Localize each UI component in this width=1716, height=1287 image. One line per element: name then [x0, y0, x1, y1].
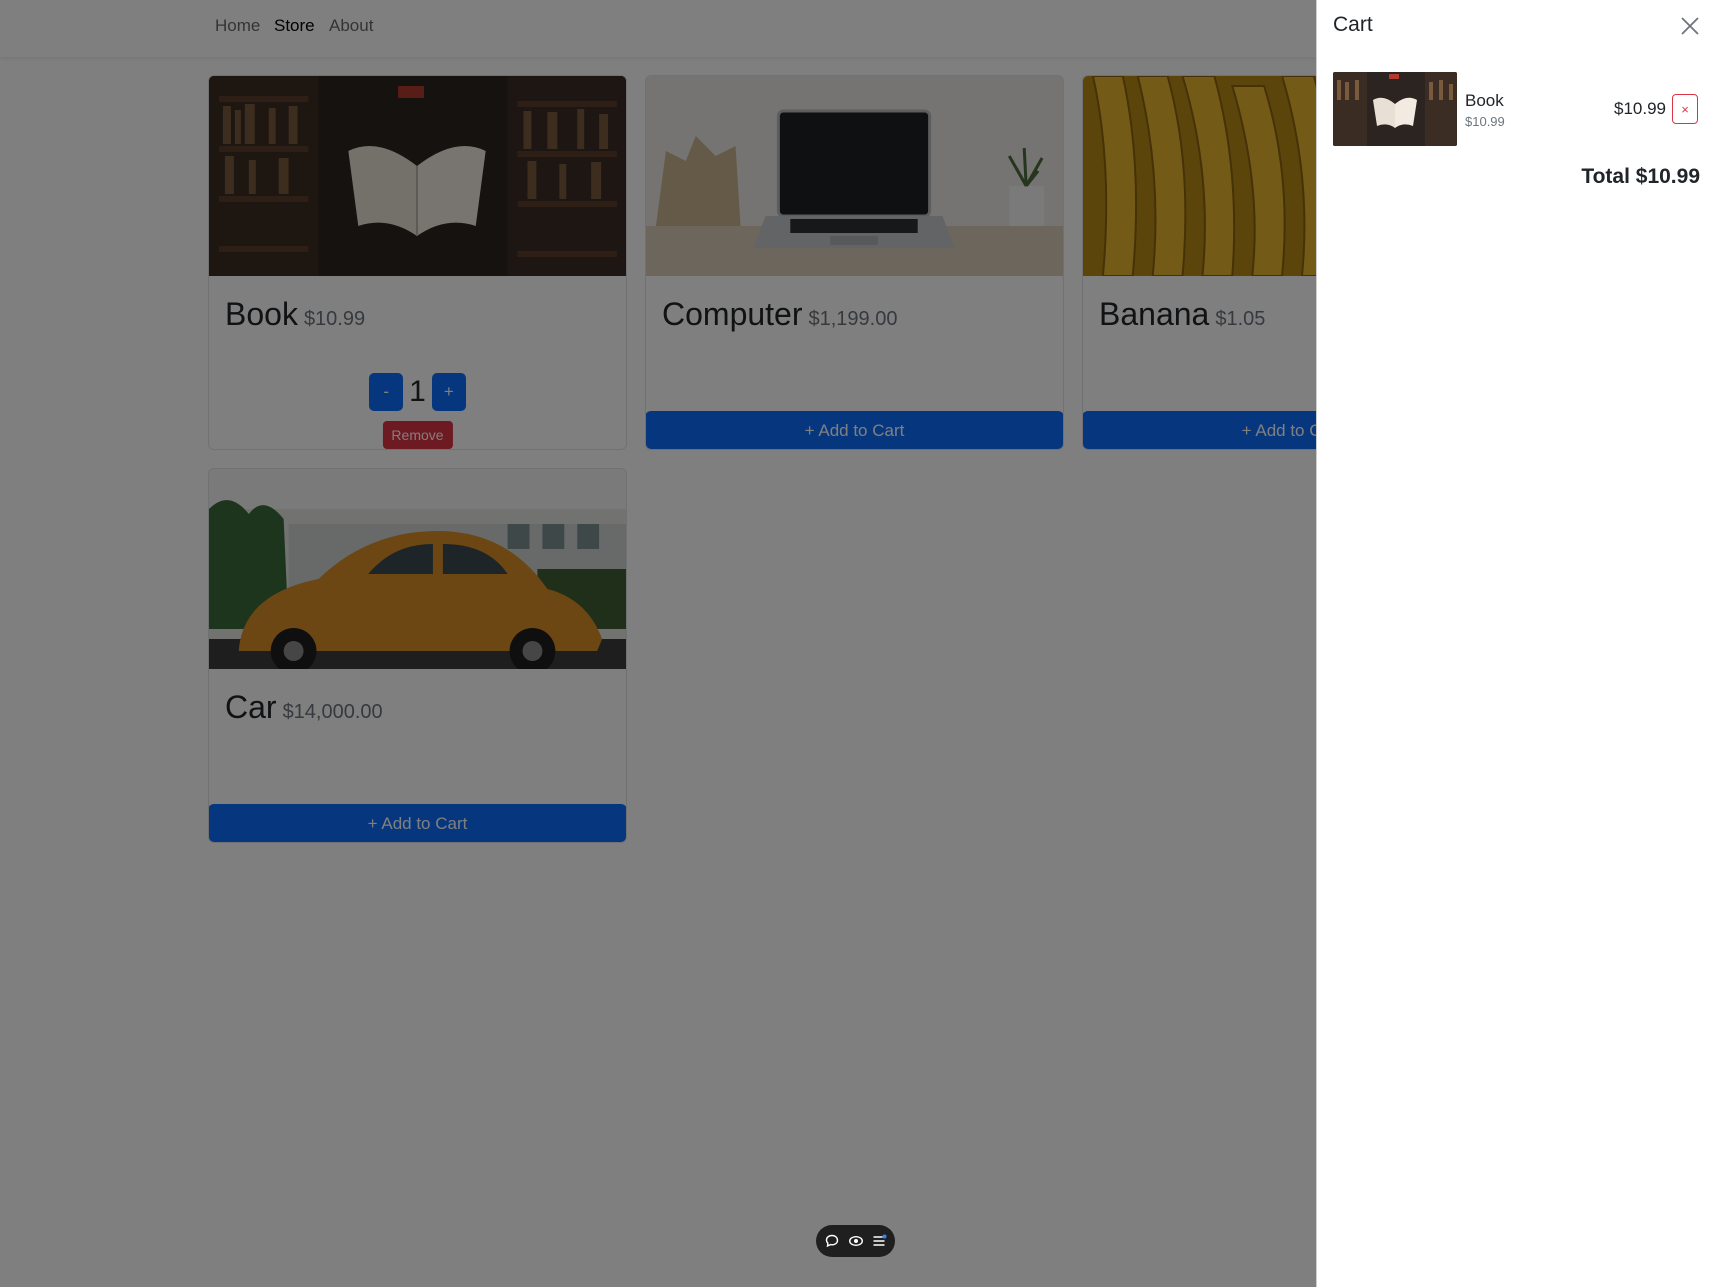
floating-toolbar: [816, 1225, 895, 1257]
cart-item-remove-button[interactable]: ×: [1672, 94, 1698, 124]
cart-item-name: Book: [1465, 91, 1504, 110]
list-icon[interactable]: [871, 1233, 887, 1249]
cart-item-unit-price: $10.99: [1465, 114, 1505, 129]
cart-item-line-total: $10.99: [1614, 99, 1666, 118]
close-icon[interactable]: [1679, 15, 1701, 37]
cart-total: Total $10.99: [1581, 165, 1700, 188]
eye-icon[interactable]: [848, 1233, 864, 1249]
cart-offcanvas: Cart Book $10.99 $10.99 × Total $10.99: [1316, 0, 1716, 1287]
cart-item-book-image: [1333, 72, 1457, 146]
cart-title: Cart: [1333, 13, 1373, 36]
comment-icon[interactable]: [824, 1233, 840, 1249]
